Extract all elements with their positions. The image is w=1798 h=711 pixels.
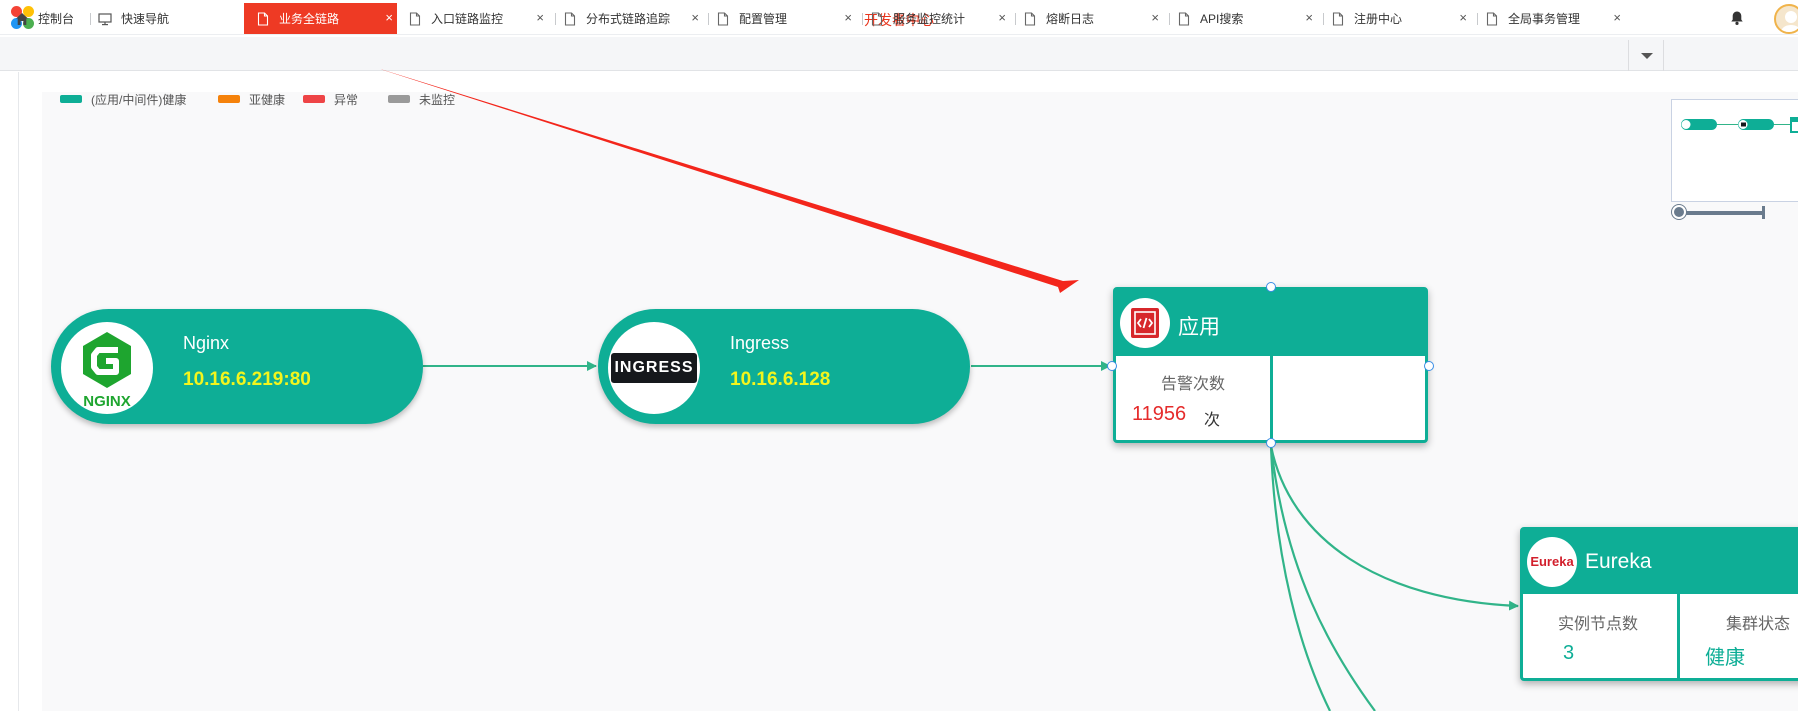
- cluster-status-label: 集群状态: [1726, 616, 1791, 633]
- connection-handle-right[interactable]: [1424, 361, 1434, 371]
- node-eureka[interactable]: Eureka Eureka 实例节点数 3 集群状态 健康: [1520, 527, 1798, 681]
- nginx-logo-text: NGINX: [83, 393, 131, 410]
- minimap-preview: [1681, 117, 1798, 133]
- code-file-icon: [1131, 308, 1159, 338]
- zoom-slider-track[interactable]: [1674, 211, 1764, 215]
- card-divider: [1677, 594, 1680, 678]
- node-name: Nginx: [183, 333, 230, 353]
- alert-count-unit: 次: [1204, 412, 1221, 429]
- alert-count-label: 告警次数: [1161, 376, 1226, 393]
- connection-handle-top[interactable]: [1266, 282, 1276, 292]
- alert-count-value: 11956: [1132, 403, 1187, 425]
- connection-handle-left[interactable]: [1107, 361, 1117, 371]
- page: 开发者中心 控制台 快速导航 业务全链路 × 入口链路监控 × 分布式链路追踪 …: [0, 0, 1798, 711]
- node-ingress[interactable]: INGRESS Ingress 10.16.6.128: [598, 309, 970, 424]
- app-icon: [1120, 298, 1170, 348]
- card-header: Eureka Eureka: [1523, 530, 1798, 594]
- instance-count-label: 实例节点数: [1558, 616, 1639, 633]
- zoom-slider-handle[interactable]: [1672, 205, 1686, 219]
- zoom-slider-end: [1762, 206, 1765, 219]
- instance-count-value: 3: [1563, 642, 1575, 664]
- minimap[interactable]: [1671, 99, 1798, 202]
- connection-handle-bottom[interactable]: [1266, 438, 1276, 448]
- edge-app-eureka[interactable]: [1269, 445, 1519, 611]
- cluster-status-value: 健康: [1705, 647, 1745, 669]
- annotation-arrow: [380, 69, 1079, 293]
- node-nginx[interactable]: NGINX Nginx 10.16.6.219:80: [51, 309, 423, 424]
- node-app[interactable]: 应用 告警次数 11956 次: [1113, 287, 1428, 443]
- node-name: Ingress: [730, 333, 790, 353]
- card-header: 应用: [1116, 290, 1425, 356]
- card-title: Eureka: [1585, 550, 1652, 573]
- edge-app-downstream-1[interactable]: [1269, 445, 1331, 711]
- eureka-logo: Eureka: [1527, 537, 1577, 587]
- ingress-logo-badge: INGRESS: [611, 353, 697, 383]
- eureka-logo-text: Eureka: [1530, 554, 1574, 569]
- card-title: 应用: [1178, 316, 1220, 339]
- ingress-logo: INGRESS: [608, 322, 700, 414]
- node-address: 10.16.6.128: [730, 369, 831, 390]
- node-address: 10.16.6.219:80: [183, 369, 311, 390]
- nginx-logo: NGINX: [61, 322, 153, 414]
- card-divider: [1270, 356, 1273, 440]
